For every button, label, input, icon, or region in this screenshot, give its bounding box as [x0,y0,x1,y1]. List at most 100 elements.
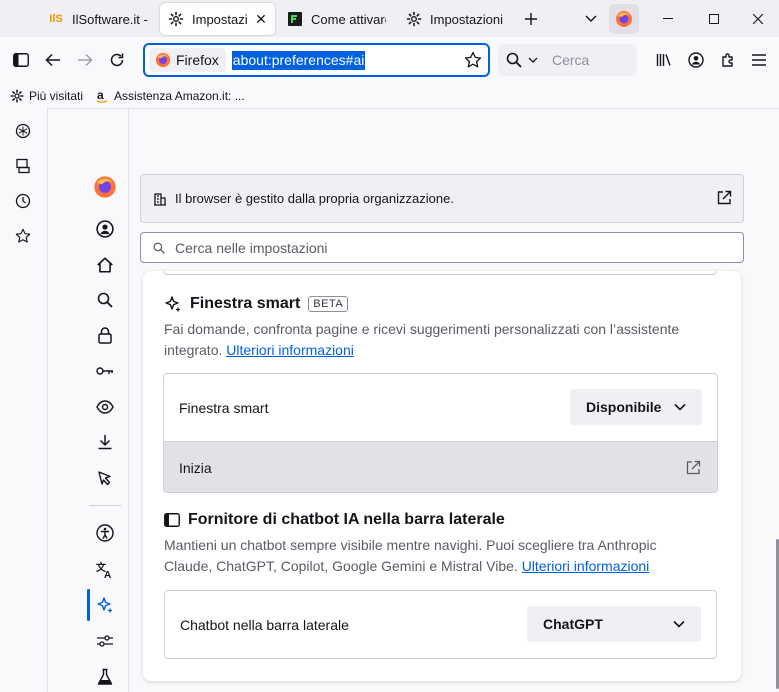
list-all-tabs-button[interactable] [580,8,602,30]
reload-button[interactable] [105,48,129,72]
gear-icon [10,89,24,103]
account-icon [96,220,114,238]
chevron-down-icon [674,403,686,411]
tab-title: Come attivare [311,11,386,27]
start-label: Inizia [179,460,212,476]
chevron-down-icon [528,57,538,63]
gear-icon [168,11,184,27]
sparkle-icon [165,296,180,312]
category-nav: 文A [48,109,129,692]
library-button[interactable] [652,48,676,72]
smart-window-title: Finestra smart [190,295,301,312]
account-icon[interactable] [684,48,708,72]
category-home[interactable] [93,253,117,277]
home-icon [97,257,113,273]
passwords-key-icon [96,367,113,375]
tab-title: Impostazioni av [430,11,505,27]
chatbot-heading: Fornitore di chatbot IA nella barra late… [164,511,505,529]
cursor-icon [98,471,111,486]
policy-text: Il browser è gestito dalla propria organ… [175,191,454,206]
beta-badge: BETA [308,296,349,312]
search-engine-selector[interactable] [504,48,544,72]
chatbot-description: Mantieni un chatbot sempre visibile ment… [164,535,724,577]
description-line2-wrap: integrato. Ulteriori informazioni [164,340,724,361]
firefox-view-button[interactable] [609,4,639,34]
minimize-button[interactable] [645,0,691,37]
smart-window-select[interactable]: Disponibile [570,389,702,425]
learn-more-link[interactable]: Ulteriori informazioni [522,558,650,574]
ai-chatbot-icon[interactable] [13,121,33,141]
app-menu-button[interactable] [747,48,771,72]
category-privacy[interactable] [93,323,117,347]
sliders-icon [97,635,113,647]
firefox-logo [155,52,171,68]
search-icon [506,52,522,68]
amazon-icon: a [96,89,108,103]
maximize-button[interactable] [691,0,737,37]
select-value: ChatGPT [543,616,603,632]
start-smart-window-row[interactable]: Inizia [164,441,717,492]
sidebar-toggle-button[interactable] [9,48,33,72]
category-sync[interactable] [93,217,117,241]
tab-strip: IlS IlSoftware.it - Il Impostazioni ✕ Co… [0,0,779,37]
url-bar[interactable]: Firefox about:preferences#ai [143,43,490,77]
category-more[interactable] [93,629,117,653]
firefox-logo [616,11,632,27]
ai-settings-card: Finestra smart BETA Fai domande, confron… [143,271,741,681]
previous-setting-box [163,271,717,275]
category-passwords[interactable] [93,359,117,383]
policy-notice: Il browser è gestito dalla propria organ… [140,174,744,223]
url-input[interactable]: about:preferences#ai [231,50,366,70]
history-icon[interactable] [13,191,33,211]
tab-impostazioni-avanzate[interactable]: Impostazioni av [398,3,513,35]
external-link-icon[interactable] [716,190,732,209]
settings-search-input[interactable]: Cerca nelle impostazioni [140,232,744,263]
category-language[interactable]: 文A [93,558,117,582]
learn-more-link[interactable]: Ulteriori informazioni [226,342,354,358]
new-tab-button[interactable] [520,8,542,30]
description-line: Claude, ChatGPT, Copilot, Google Gemini … [164,558,518,574]
search-input[interactable]: Cerca [552,52,589,68]
bookmark-amazon[interactable]: a Assistenza Amazon.it: ... [95,86,245,106]
privacy-lock-icon [98,327,112,344]
tab-ilsoftware[interactable]: IlS IlSoftware.it - Il [40,3,156,35]
identity-box[interactable]: Firefox [149,48,226,72]
policy-building-icon [153,192,169,206]
bookmarks-toolbar: Più visitati a Assistenza Amazon.it: ... [0,83,779,108]
visibility-eye-icon [96,400,114,414]
category-accessibility[interactable] [93,521,117,545]
smart-window-description: Fai domande, confronta pagine e ricevi s… [164,319,724,361]
forward-button[interactable] [73,48,97,72]
description-line: integrato. [164,342,223,358]
category-browsing[interactable] [93,466,117,490]
sidebar-icon [164,513,180,527]
bookmark-most-visited[interactable]: Più visitati [10,86,83,106]
bookmarks-icon[interactable] [13,226,33,246]
category-visibility[interactable] [93,395,117,419]
close-window-button[interactable] [737,0,779,37]
back-button[interactable] [41,48,65,72]
firefox-logo [93,175,117,199]
bookmark-label: Più visitati [29,89,84,103]
close-icon[interactable]: ✕ [255,11,267,27]
chevron-down-icon [673,620,685,628]
smart-window-box: Finestra smart Disponibile Inizia [163,373,718,493]
tab-title: Impostazioni [192,11,247,27]
synced-tabs-icon[interactable] [13,156,33,176]
description-line2-wrap: Claude, ChatGPT, Copilot, Google Gemini … [164,556,724,577]
bookmark-label: Assistenza Amazon.it: ... [114,89,245,103]
bookmark-star-icon[interactable] [464,51,482,72]
tab-settings[interactable]: Impostazioni ✕ [160,3,275,35]
chatbot-row-label: Chatbot nella barra laterale [180,616,349,633]
category-downloads[interactable] [93,430,117,454]
preferences-page: 文A Il browser è gestito dalla propria or… [47,108,779,692]
search-bar[interactable]: Cerca [498,44,637,76]
terminal-icon [287,11,303,27]
category-ai[interactable] [87,589,121,621]
category-search[interactable] [93,288,117,312]
chatbot-provider-select[interactable]: ChatGPT [527,606,701,642]
category-labs[interactable] [93,665,117,689]
extensions-puzzle-icon[interactable] [716,48,740,72]
downloads-icon [98,435,112,450]
tab-come-attivare[interactable]: Come attivare [279,3,394,35]
